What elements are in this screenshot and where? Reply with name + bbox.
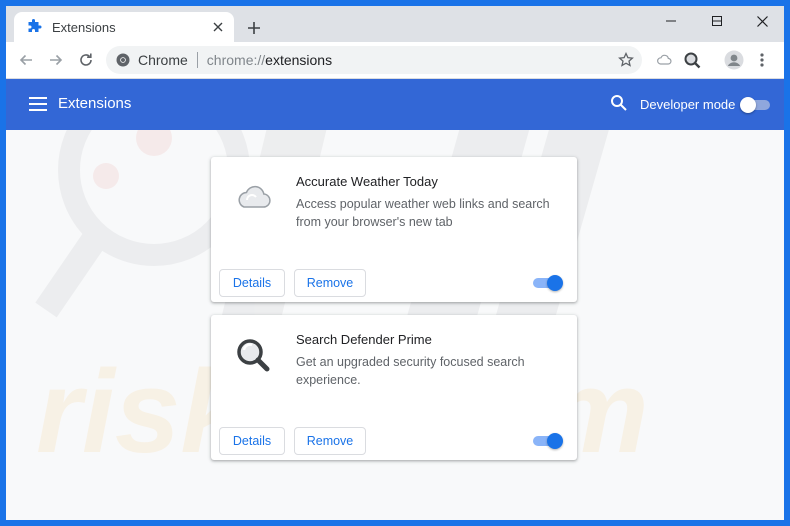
extensions-list: risk com Accurate Weather Today Access p…	[6, 130, 784, 520]
address-bar[interactable]: Chrome chrome:// extensions	[106, 46, 642, 74]
close-tab-icon[interactable]	[208, 17, 228, 37]
search-icon[interactable]	[610, 94, 630, 114]
extension-card-2: Search Defender Prime Get an upgraded se…	[211, 315, 577, 460]
chrome-logo-icon	[116, 53, 130, 67]
magnifier-extension-icon[interactable]	[682, 50, 702, 70]
extension-enable-toggle[interactable]	[531, 275, 563, 291]
details-button[interactable]: Details	[219, 427, 285, 455]
puzzle-icon	[26, 19, 42, 35]
extension-description: Get an upgraded security focused search …	[296, 355, 525, 387]
new-tab-icon[interactable]	[244, 18, 264, 38]
tab-title: Extensions	[52, 19, 116, 35]
tab-strip: Extensions	[6, 6, 784, 42]
extension-name: Search Defender Prime	[296, 332, 432, 347]
menu-icon[interactable]	[28, 94, 48, 114]
cloud-extension-icon[interactable]	[654, 50, 674, 70]
extension-description: Access popular weather web links and sea…	[296, 197, 550, 229]
tab-extensions[interactable]: Extensions	[14, 12, 234, 42]
developer-mode-toggle[interactable]	[740, 97, 770, 113]
profile-avatar-icon[interactable]	[724, 50, 744, 70]
magnifier-icon	[231, 333, 275, 377]
close-window-icon[interactable]	[740, 6, 784, 36]
page-title: Extensions	[58, 95, 132, 112]
remove-button[interactable]: Remove	[294, 427, 366, 455]
cloud-icon	[231, 175, 275, 219]
toggle-knob	[547, 433, 563, 449]
toggle-knob	[547, 275, 563, 291]
toggle-knob	[740, 97, 756, 113]
site-name: Chrome	[138, 52, 188, 68]
browser-window: Extensions Chrome chrome:// extensions E…	[6, 6, 784, 520]
omnibox-divider	[196, 52, 198, 68]
maximize-icon[interactable]	[694, 6, 740, 36]
extension-enable-toggle[interactable]	[531, 433, 563, 449]
forward-icon[interactable]	[46, 50, 66, 70]
reload-icon[interactable]	[76, 50, 96, 70]
back-icon[interactable]	[16, 50, 36, 70]
developer-mode-label: Developer mode	[640, 97, 736, 112]
extensions-header: Extensions Developer mode	[6, 79, 784, 130]
url-scheme: chrome://	[206, 52, 266, 68]
extension-name: Accurate Weather Today	[296, 174, 438, 189]
remove-button[interactable]: Remove	[294, 269, 366, 297]
url-path: extensions	[265, 52, 333, 68]
minimize-button[interactable]	[648, 6, 694, 36]
more-vert-icon[interactable]	[752, 50, 772, 70]
bookmark-star-icon[interactable]	[618, 52, 634, 68]
browser-toolbar: Chrome chrome:// extensions	[6, 42, 784, 79]
details-button[interactable]: Details	[219, 269, 285, 297]
extension-card-1: Accurate Weather Today Access popular we…	[211, 157, 577, 302]
